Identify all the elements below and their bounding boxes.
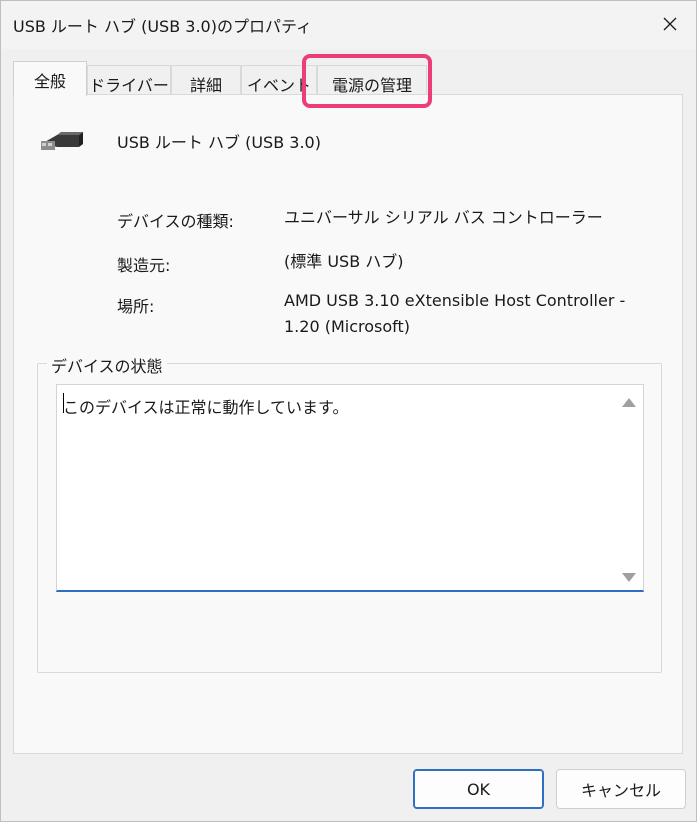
close-icon — [663, 17, 677, 31]
device-status-label: デバイスの状態 — [47, 353, 167, 377]
status-scrollbar[interactable] — [618, 387, 640, 591]
tab-details[interactable]: 詳細 — [171, 65, 241, 95]
window-title: USB ルート ハブ (USB 3.0)のプロパティ — [13, 17, 313, 36]
manufacturer-value: (標準 USB ハブ) — [284, 252, 404, 271]
scroll-up-icon[interactable] — [621, 395, 637, 409]
usb-plug-icon — [41, 132, 83, 150]
manufacturer-label: 製造元: — [117, 256, 171, 275]
properties-dialog: USB ルート ハブ (USB 3.0)のプロパティ 全般 ドライバー 詳細 イ… — [0, 0, 697, 822]
tab-driver[interactable]: ドライバー — [87, 65, 171, 95]
device-status-text: このデバイスは正常に動作しています。 — [63, 398, 349, 417]
tab-general[interactable]: 全般 — [13, 61, 87, 96]
ok-button[interactable]: OK — [413, 769, 544, 809]
tab-power-management[interactable]: 電源の管理 — [317, 65, 427, 95]
device-name: USB ルート ハブ (USB 3.0) — [117, 133, 321, 152]
close-button[interactable] — [644, 1, 696, 47]
device-type-label: デバイスの種類: — [117, 212, 234, 231]
cancel-button[interactable]: キャンセル — [556, 769, 686, 809]
title-bar: USB ルート ハブ (USB 3.0)のプロパティ — [1, 1, 696, 49]
text-caret — [63, 393, 64, 413]
scroll-down-icon[interactable] — [621, 571, 637, 585]
device-type-value: ユニバーサル シリアル バス コントローラー — [284, 208, 603, 227]
location-label: 場所: — [117, 297, 155, 316]
tab-events[interactable]: イベント — [241, 65, 317, 95]
tab-bar: 全般 ドライバー 詳細 イベント 電源の管理 — [13, 61, 683, 96]
location-value: AMD USB 3.10 eXtensible Host Controller … — [284, 291, 626, 336]
